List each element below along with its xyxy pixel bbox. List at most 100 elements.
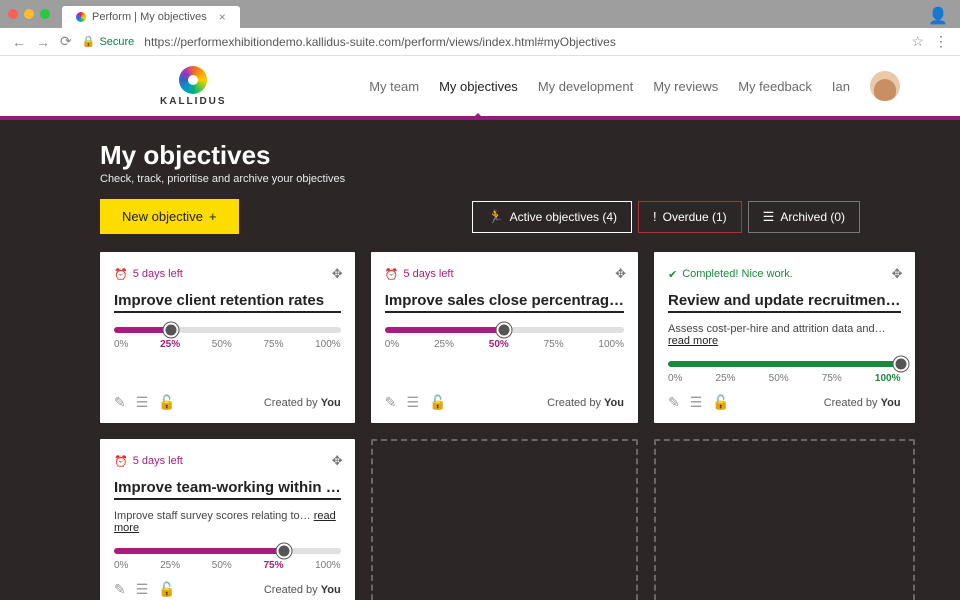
toolbar: New objective + 🏃 Active objectives (4)! O… — [100, 199, 860, 234]
maximize-window-icon[interactable] — [40, 9, 50, 19]
card-footer: ✎☰🔓Created by You — [385, 384, 624, 411]
lock-icon[interactable]: 🔓 — [158, 394, 175, 411]
browser-profile-icon[interactable]: 👤 — [928, 6, 948, 26]
card-title[interactable]: Review and update recruitmen… — [668, 292, 901, 313]
nav-user-name[interactable]: Ian — [832, 59, 850, 114]
objectives-grid: ⏰5 days left✥Improve client retention ra… — [100, 252, 860, 600]
window-controls[interactable] — [8, 9, 50, 19]
card-status-text: Completed! Nice work. — [682, 268, 793, 280]
tab-close-icon[interactable]: × — [219, 6, 226, 28]
url-text[interactable]: https://performexhibitiondemo.kallidus-s… — [144, 35, 901, 49]
forward-icon[interactable]: → — [36, 34, 50, 50]
slider-thumb[interactable] — [893, 357, 908, 372]
card-status: ✔Completed! Nice work. — [668, 268, 793, 281]
avatar[interactable] — [870, 71, 900, 101]
archive-action-icon[interactable]: ☰ — [690, 394, 703, 411]
edit-icon[interactable]: ✎ — [114, 394, 126, 411]
filter-active[interactable]: 🏃 Active objectives (4) — [472, 201, 632, 233]
filter-label: Archived (0) — [780, 210, 845, 224]
objective-card[interactable]: ✔Completed! Nice work. ✥ Review and update… — [654, 252, 915, 423]
edit-icon[interactable]: ✎ — [668, 394, 680, 411]
created-by: Created by You — [264, 584, 341, 596]
objective-card[interactable]: ⏰ 5 days left ✥ Improve team-working within… — [100, 439, 355, 600]
read-more-link[interactable]: read more — [114, 510, 336, 534]
edit-icon[interactable]: ✎ — [385, 394, 397, 411]
new-objective-button[interactable]: New objective + — [100, 199, 239, 234]
empty-slot[interactable] — [371, 439, 638, 600]
tick-label: 100% — [315, 339, 341, 350]
tick-label: 25% — [160, 339, 180, 350]
tick-label: 75% — [544, 339, 564, 350]
drag-handle-icon[interactable]: ✥ — [615, 266, 624, 282]
slider-thumb[interactable] — [497, 323, 512, 338]
card-footer: ✎ ☰ 🔓 Created by You — [668, 384, 901, 411]
nav-my-reviews[interactable]: My reviews — [653, 59, 718, 114]
lock-icon[interactable]: 🔓 — [712, 394, 729, 411]
alert-icon: ! — [653, 209, 657, 224]
tick-label: 75% — [263, 560, 283, 571]
reload-icon[interactable]: ⟳ — [60, 33, 72, 50]
progress-slider[interactable]: 0%25%50%75%100% — [114, 548, 341, 571]
card-title[interactable]: Improve team-working within … — [114, 479, 341, 500]
card-header: ✔Completed! Nice work. ✥ — [668, 266, 901, 282]
archive-icon: ☰ — [763, 209, 775, 225]
lock-icon[interactable]: 🔓 — [158, 581, 175, 598]
drag-handle-icon[interactable]: ✥ — [892, 266, 901, 282]
archive-action-icon[interactable]: ☰ — [406, 394, 419, 411]
clock-icon: ⏰ — [385, 268, 399, 281]
browser-tab[interactable]: Perform | My objectives × — [62, 6, 240, 28]
card-title[interactable]: Improve sales close percentrag… — [385, 292, 624, 313]
progress-slider[interactable]: 0%25%50%75%100% — [114, 327, 341, 350]
empty-slot[interactable] — [654, 439, 915, 600]
slider-ticks: 0%25%50%75%100% — [385, 339, 624, 350]
drag-handle-icon[interactable]: ✥ — [332, 266, 341, 282]
filter-label: Active objectives (4) — [510, 210, 617, 224]
nav-my-objectives[interactable]: My objectives — [439, 59, 518, 114]
close-window-icon[interactable] — [8, 9, 18, 19]
created-by: Created by You — [824, 397, 901, 409]
card-description: Assess cost-per-hire and attrition data … — [668, 323, 901, 347]
slider-thumb[interactable] — [277, 544, 292, 559]
progress-slider[interactable]: 0%25%50%75%100% — [668, 361, 901, 384]
tick-label: 50% — [769, 373, 789, 384]
archive-action-icon[interactable]: ☰ — [136, 581, 149, 598]
objective-card[interactable]: ⏰5 days left✥ Improve client retention ra… — [100, 252, 355, 423]
running-icon: 🏃 — [487, 209, 503, 225]
filter-overdue[interactable]: ! Overdue (1) — [638, 201, 742, 233]
slider-thumb[interactable] — [163, 323, 178, 338]
archive-action-icon[interactable]: ☰ — [136, 394, 149, 411]
card-description: Improve staff survey scores relating to…… — [114, 510, 341, 534]
slider-ticks: 0%25%50%75%100% — [668, 373, 901, 384]
card-header: ⏰5 days left✥ — [114, 266, 341, 282]
brand-logo[interactable]: KALLIDUS — [160, 66, 227, 107]
nav-my-team[interactable]: My team — [369, 59, 419, 114]
filter-archived[interactable]: ☰ Archived (0) — [748, 201, 860, 233]
logo-icon — [179, 66, 207, 94]
tick-label: 25% — [716, 373, 736, 384]
read-more-link[interactable]: read more — [668, 335, 718, 347]
clock-icon: ⏰ — [114, 455, 128, 468]
card-footer: ✎ ☰ 🔓 Created by You — [114, 571, 341, 598]
bookmark-star-icon[interactable]: ☆ — [911, 33, 924, 50]
card-status-text: 5 days left — [133, 455, 183, 467]
nav-my-development[interactable]: My development — [538, 59, 633, 114]
card-footer: ✎ ☰ 🔓 Created by You — [114, 384, 341, 411]
card-status: ⏰5 days left — [385, 268, 454, 281]
browser-menu-icon[interactable]: ⋮ — [934, 33, 948, 50]
edit-icon[interactable]: ✎ — [114, 581, 126, 598]
main-nav: My team My objectives My development My rev… — [369, 59, 900, 114]
lock-icon[interactable]: 🔓 — [429, 394, 446, 411]
progress-slider[interactable]: 0%25%50%75%100% — [385, 327, 624, 350]
back-icon[interactable]: ← — [12, 34, 26, 50]
created-by: Created by You — [264, 397, 341, 409]
card-header: ⏰5 days left ✥ — [385, 266, 624, 282]
filter-label: Overdue (1) — [663, 210, 727, 224]
objective-card[interactable]: ⏰5 days left ✥ Improve sales close percent… — [371, 252, 638, 423]
card-title[interactable]: Improve client retention rates — [114, 292, 341, 313]
drag-handle-icon[interactable]: ✥ — [332, 453, 341, 469]
nav-my-feedback[interactable]: My feedback — [738, 59, 812, 114]
tick-label: 25% — [160, 560, 180, 571]
minimize-window-icon[interactable] — [24, 9, 34, 19]
page-title: My objectives — [100, 140, 860, 171]
secure-indicator: 🔒 Secure — [82, 35, 135, 48]
